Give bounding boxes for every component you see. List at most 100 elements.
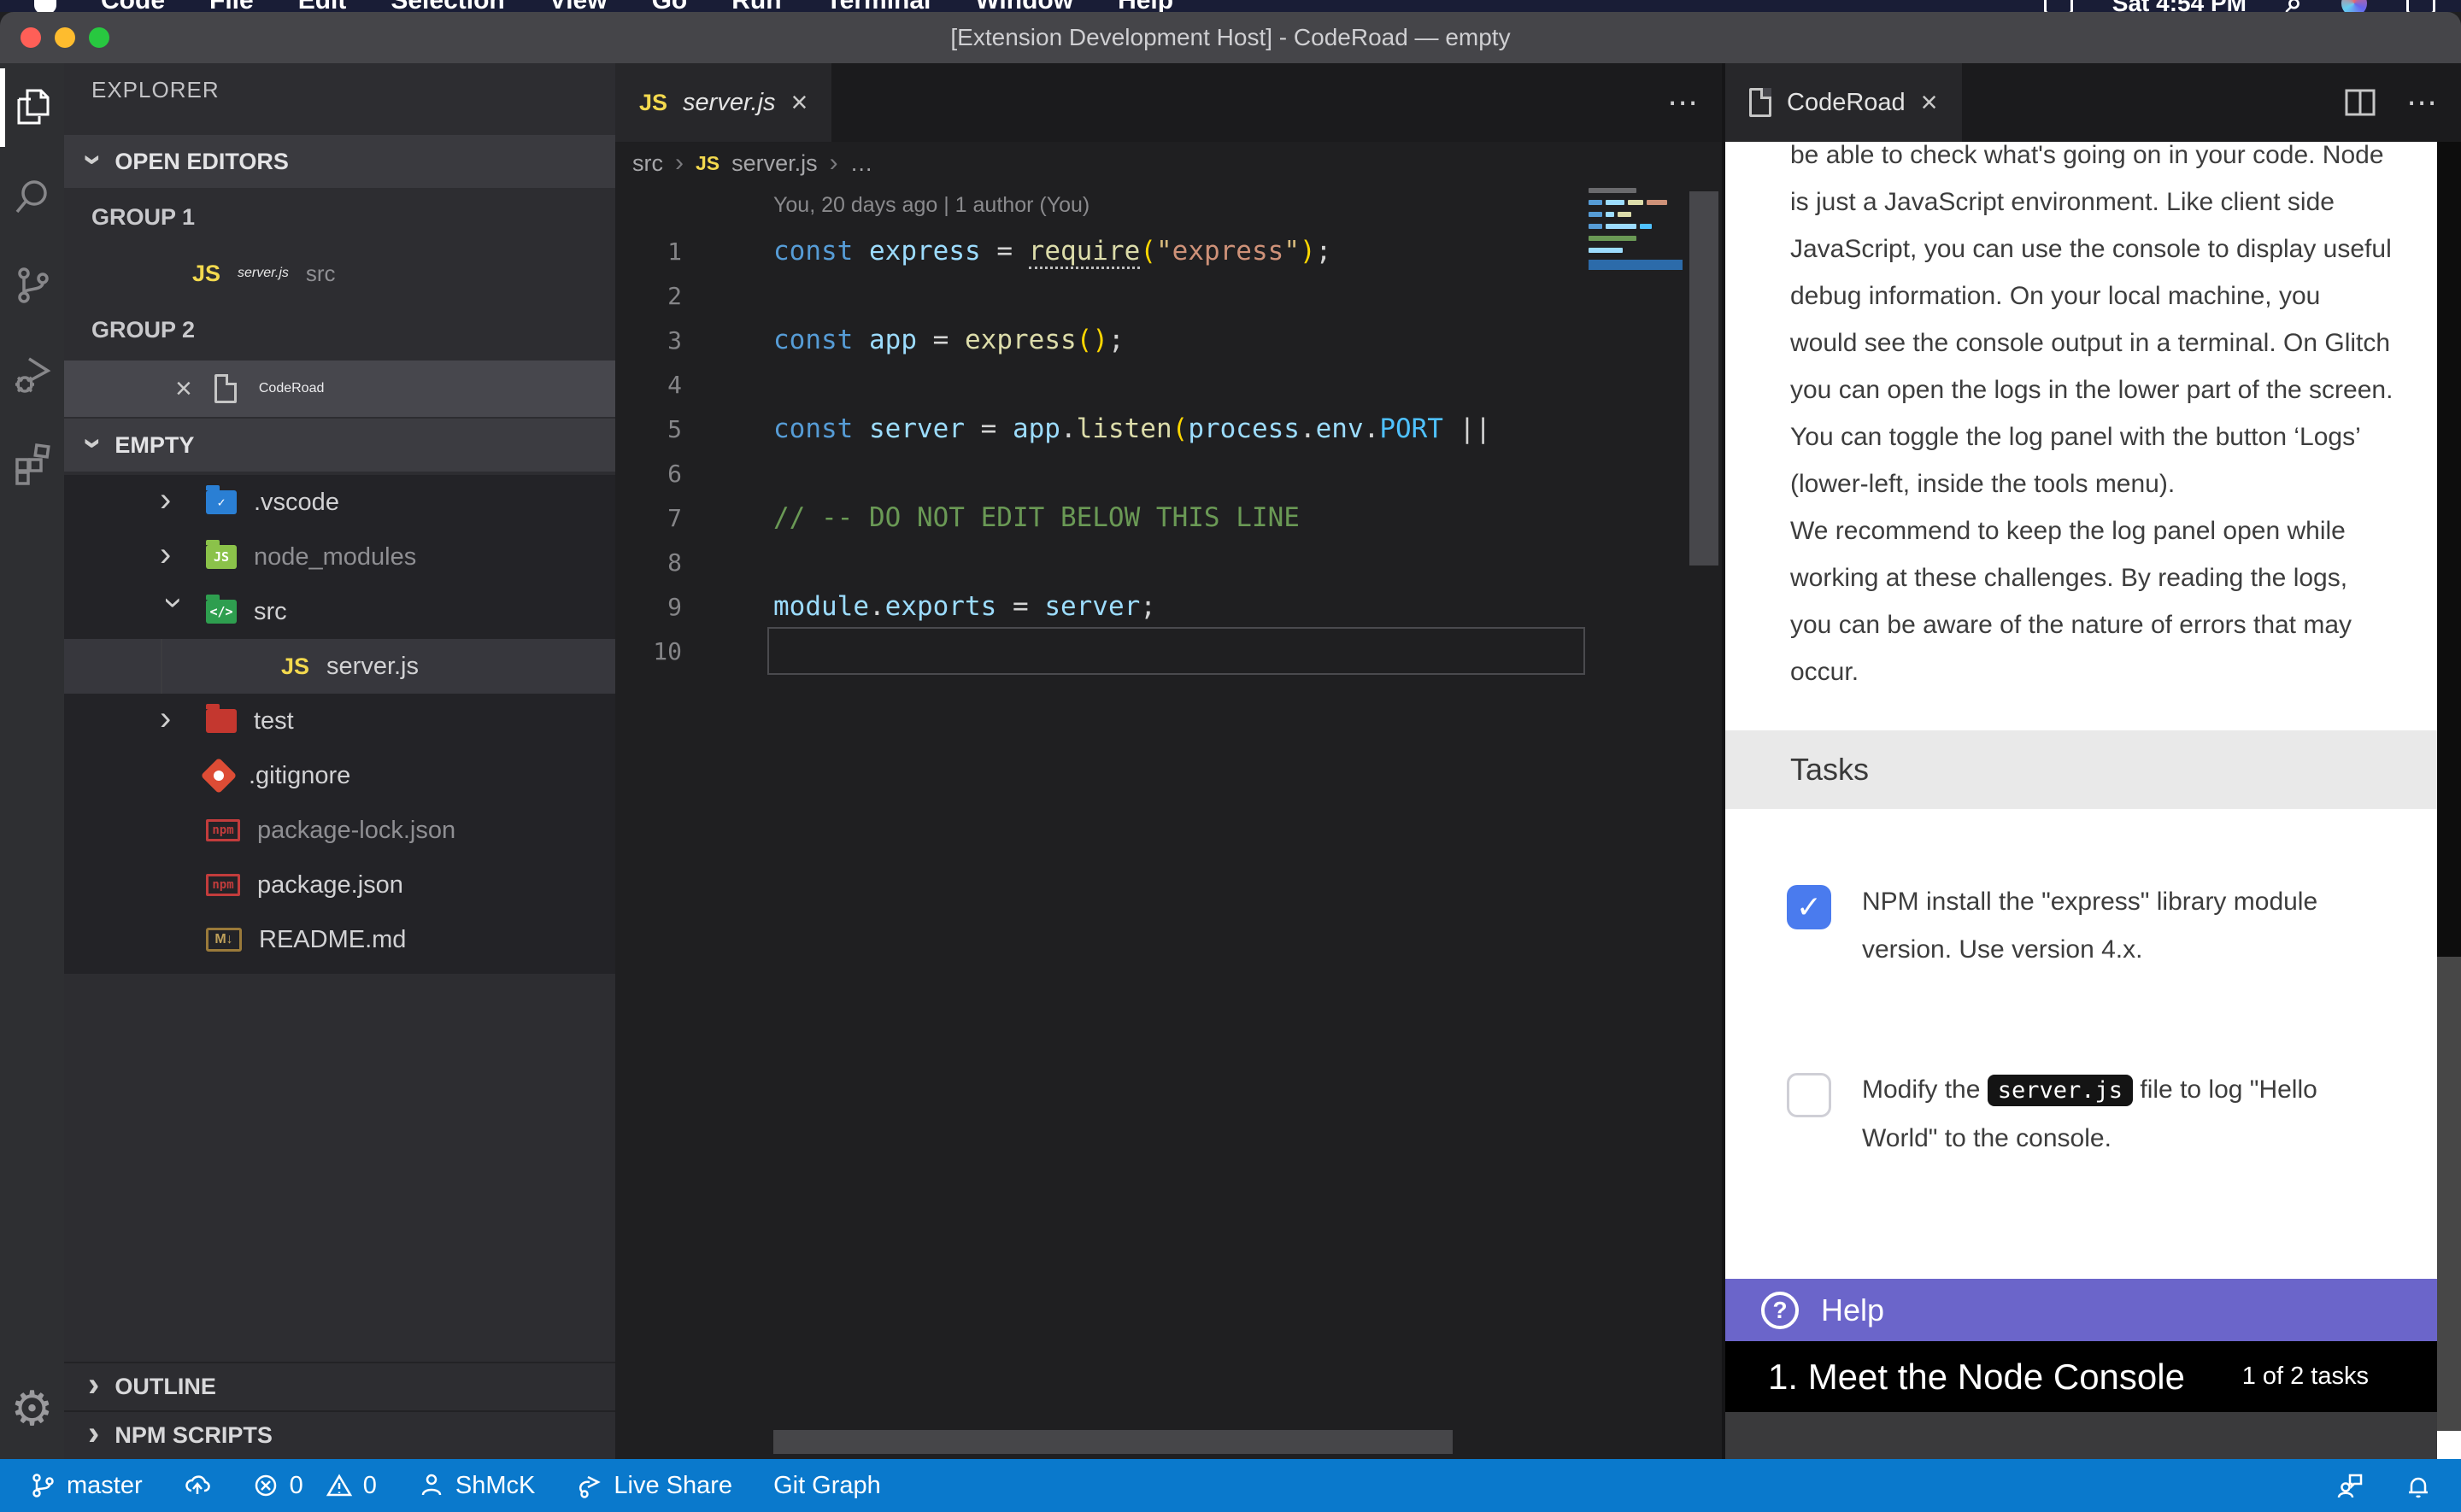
spotlight-icon[interactable]: ⌕	[2286, 0, 2302, 12]
code-editor[interactable]: You, 20 days ago | 1 author (You) 1const…	[615, 185, 1722, 1459]
search-icon[interactable]	[0, 152, 64, 241]
npm-icon: npm	[206, 874, 240, 896]
control-center-icon[interactable]	[2406, 0, 2435, 12]
menu-item-view[interactable]: View	[549, 0, 608, 12]
git-graph-item[interactable]: Git Graph	[773, 1472, 881, 1500]
run-and-debug-icon[interactable]	[0, 330, 64, 419]
line-number: 5	[615, 415, 709, 443]
chevron-down-icon[interactable]: ›	[157, 597, 191, 626]
code-line-7[interactable]: 7// -- DO NOT EDIT BELOW THIS LINE	[615, 495, 1722, 540]
live-share-item[interactable]: Live Share	[576, 1472, 732, 1500]
apple-menu-icon[interactable]	[34, 0, 56, 12]
lesson-paragraph: We recommend to keep the log panel open …	[1790, 507, 2393, 695]
tab-serverjs[interactable]: JS server.js ×	[615, 63, 831, 142]
chevron-right-icon: ›	[88, 1416, 99, 1450]
tree-item-label: package.json	[257, 871, 403, 900]
checkbox-unchecked[interactable]	[1787, 1073, 1831, 1117]
problems-item[interactable]: 0 0	[252, 1472, 377, 1500]
breadcrumb[interactable]: src › JS server.js › …	[615, 142, 1722, 185]
open-editor-serverjs[interactable]: JS server.js src	[64, 246, 615, 301]
menu-item-go[interactable]: Go	[652, 0, 688, 12]
git-branch-item[interactable]: master	[29, 1472, 143, 1500]
open-editor-coderoad[interactable]: × CodeRoad	[64, 360, 615, 417]
tree-item-server-js[interactable]: JS server.js	[64, 639, 615, 694]
tree-item--gitignore[interactable]: .gitignore	[64, 748, 615, 803]
code-line-3[interactable]: 3const app = express();	[615, 318, 1722, 362]
macos-menu-bar: Code File Edit Selection View Go Run Terminal Wi…	[0, 0, 2461, 12]
checkbox-checked[interactable]: ✓	[1787, 885, 1831, 929]
chevron-right-icon[interactable]: ›	[160, 483, 189, 517]
menu-item-file[interactable]: File	[209, 0, 254, 12]
source-control-icon[interactable]	[0, 241, 64, 330]
lesson-title: 1. Meet the Node Console	[1768, 1357, 2242, 1398]
code-line-1[interactable]: 1const express = require("express");	[615, 229, 1722, 273]
code-line-6[interactable]: 6	[615, 451, 1722, 495]
cloud-upload-icon	[184, 1472, 211, 1499]
extensions-icon[interactable]	[0, 419, 64, 507]
tree-item-node-modules[interactable]: ›JSnode_modules	[64, 530, 615, 584]
help-bar[interactable]: ? Help	[1725, 1279, 2461, 1341]
settings-gear-icon[interactable]: ⚙	[0, 1370, 64, 1447]
editor-horizontal-scrollbar[interactable]	[773, 1430, 1453, 1454]
feedback-item[interactable]	[2336, 1472, 2364, 1499]
chevron-right-icon[interactable]: ›	[160, 701, 189, 735]
line-number: 10	[615, 637, 709, 665]
code-line-5[interactable]: 5const server = app.listen(process.env.P…	[615, 407, 1722, 451]
split-editor-icon[interactable]	[2343, 85, 2377, 120]
window-title: [Extension Development Host] - CodeRoad …	[0, 24, 2461, 51]
editor-group2-label: GROUP 2	[91, 306, 195, 354]
tree-item-readme-md[interactable]: M↓README.md	[64, 912, 615, 967]
sync-item[interactable]	[184, 1472, 211, 1499]
code-text: const app = express();	[709, 325, 1125, 355]
notifications-item[interactable]	[2405, 1472, 2432, 1499]
open-editors-header[interactable]: › OPEN EDITORS	[64, 135, 615, 188]
sidebar-title: EXPLORER	[91, 77, 220, 121]
siri-icon[interactable]	[2341, 0, 2367, 12]
code-line-4[interactable]: 4	[615, 362, 1722, 407]
liveshare-account-item[interactable]: ShMcK	[418, 1472, 535, 1500]
menu-item-run[interactable]: Run	[731, 0, 781, 12]
minimap[interactable]	[1589, 188, 1683, 270]
vscode-window: Code File Edit Selection View Go Run Terminal Wi…	[0, 0, 2461, 1512]
code-line-9[interactable]: 9module.exports = server;	[615, 584, 1722, 629]
npm-scripts-section-header[interactable]: › NPM SCRIPTS	[64, 1410, 615, 1459]
bell-icon	[2405, 1472, 2432, 1499]
folder-section-header[interactable]: › EMPTY	[64, 419, 615, 472]
menu-item-selection[interactable]: Selection	[391, 0, 504, 12]
menu-item-code[interactable]: Code	[101, 0, 165, 12]
git-branch-icon	[29, 1472, 56, 1499]
tree-item-test[interactable]: ›test	[64, 694, 615, 748]
tree-item-package-lock-json[interactable]: npmpackage-lock.json	[64, 803, 615, 858]
webview-scrollbar[interactable]	[2437, 142, 2461, 1459]
tree-item-label: node_modules	[254, 543, 416, 571]
outline-section-header[interactable]: › OUTLINE	[64, 1362, 615, 1410]
code-line-8[interactable]: 8	[615, 540, 1722, 584]
feedback-icon	[2336, 1472, 2364, 1499]
chevron-right-icon[interactable]: ›	[160, 537, 189, 571]
js-icon: JS	[281, 653, 309, 680]
close-tab-icon[interactable]: ×	[1921, 86, 1938, 120]
close-tab-icon[interactable]: ×	[791, 86, 808, 120]
tab-coderoad[interactable]: CodeRoad ×	[1725, 63, 1962, 142]
code-text: const express = require("express");	[709, 236, 1331, 267]
tree-item-label: src	[254, 598, 287, 626]
menu-item-terminal[interactable]: Terminal	[826, 0, 931, 12]
lesson-text: be able to check what's going on in your…	[1790, 142, 2393, 695]
menu-item-edit[interactable]: Edit	[298, 0, 347, 12]
close-icon[interactable]: ×	[175, 372, 192, 406]
tree-item--vscode[interactable]: ›✓.vscode	[64, 475, 615, 530]
explorer-icon[interactable]	[0, 63, 64, 152]
more-actions-icon[interactable]: ⋯	[2406, 85, 2437, 120]
tree-item-package-json[interactable]: npm package.json	[64, 858, 615, 912]
code-line-10[interactable]: 10	[615, 629, 1722, 673]
menu-item-help[interactable]: Help	[1118, 0, 1173, 12]
tree-item-label: server.js	[326, 653, 419, 681]
code-line-2[interactable]: 2	[615, 273, 1722, 318]
editor-actions-more-icon[interactable]: ⋯	[1667, 85, 1698, 120]
tree-item-src[interactable]: ›</>src	[64, 584, 615, 639]
menu-item-window[interactable]: Window	[975, 0, 1073, 12]
chevron-down-icon: ›	[77, 437, 111, 448]
editor-vertical-scrollbar[interactable]	[1689, 191, 1718, 566]
scrollbar-thumb[interactable]	[2437, 957, 2461, 1431]
gitlens-annotation[interactable]: You, 20 days ago | 1 author (You)	[773, 193, 1090, 218]
